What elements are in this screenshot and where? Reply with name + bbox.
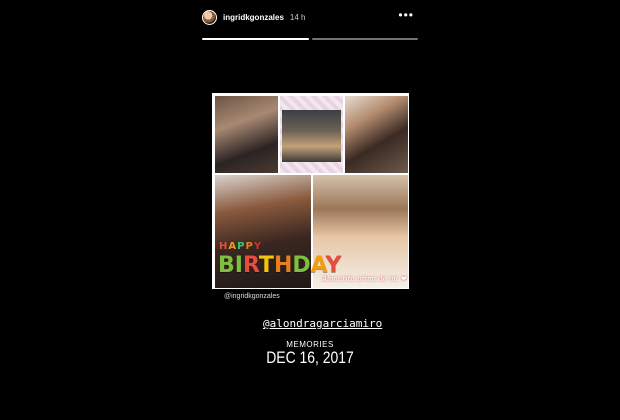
birthday-letter: T	[258, 253, 274, 278]
birthday-letter: H	[273, 253, 293, 278]
birthday-letter: D	[292, 253, 311, 278]
avatar[interactable]	[202, 9, 217, 25]
happy-letter: Y	[253, 241, 263, 252]
photo-2-inner	[282, 110, 341, 162]
post-time: 14 h	[289, 12, 306, 22]
happy-letter: P	[245, 241, 254, 252]
birthday-collage: HAPPY BIRTHDAY Alonarita primi de mi ❤	[212, 93, 409, 289]
story-progress	[202, 38, 418, 40]
progress-segment	[311, 38, 418, 40]
progress-segment	[202, 38, 309, 40]
photo-3	[345, 96, 408, 173]
birthday-letter: R	[242, 253, 259, 278]
collage-caption: Alonarita primi de mi ❤	[322, 275, 406, 283]
happy-letter: A	[228, 241, 238, 252]
credit-tag: @ingridkgonzales	[224, 293, 280, 300]
memories-date: DEC 16, 2017	[266, 348, 354, 367]
photo-1	[215, 96, 278, 173]
username[interactable]: ingridkgonzales	[223, 13, 284, 22]
photo-2	[280, 96, 343, 173]
happy-letter: H	[219, 241, 229, 252]
mention-sticker[interactable]: @alondragarciamiro	[263, 317, 382, 330]
progress-fill	[202, 38, 309, 40]
birthday-letter: I	[234, 253, 243, 278]
more-dots-icon[interactable]: •••	[398, 9, 414, 21]
happy-text: HAPPY	[219, 241, 262, 252]
birthday-letter: B	[218, 253, 235, 278]
story-header: ingridkgonzales 14 h •••	[202, 4, 418, 30]
